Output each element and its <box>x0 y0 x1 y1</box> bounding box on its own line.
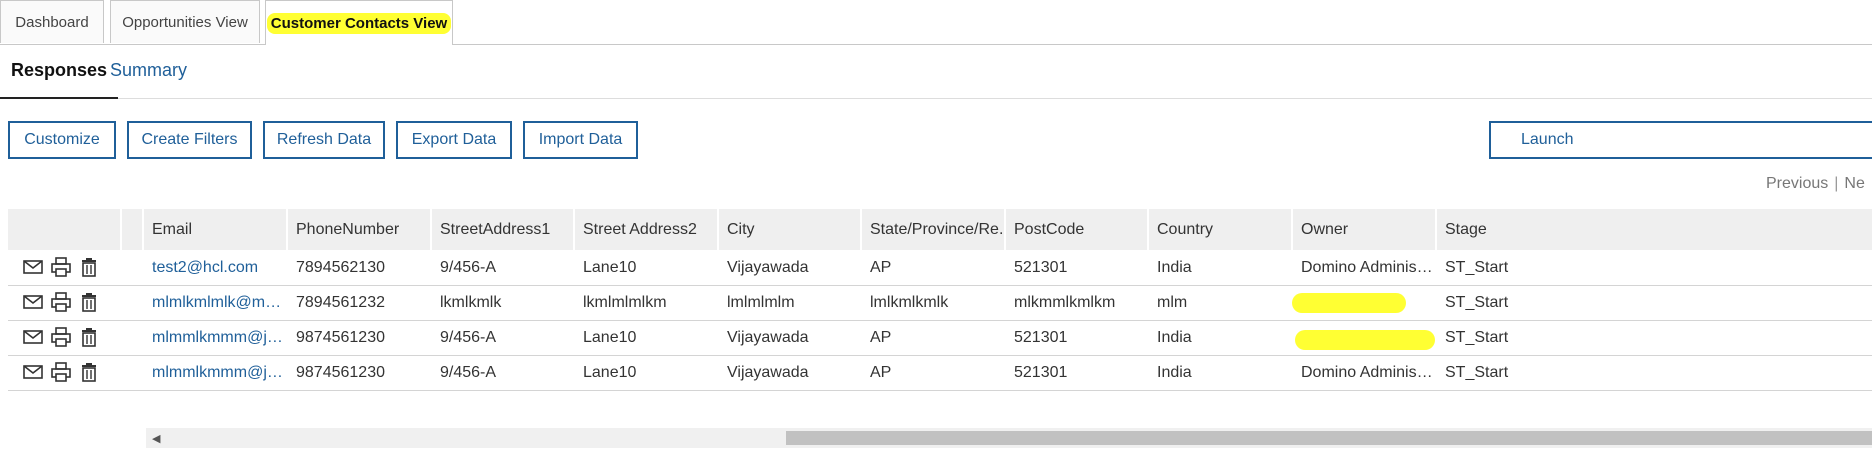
create-filters-button[interactable]: Create Filters <box>127 121 252 159</box>
cell-country: mlm <box>1157 294 1188 311</box>
subtab-active-indicator <box>0 97 118 99</box>
grid-header: Email PhoneNumber StreetAddress1 Street … <box>8 209 1872 250</box>
tab-dashboard-label: Dashboard <box>15 13 89 31</box>
header-streetaddress1[interactable]: StreetAddress1 <box>432 209 575 250</box>
cell-postcode: 521301 <box>1014 364 1068 381</box>
pager: Previous | Ne <box>1766 175 1865 193</box>
cell-state: AP <box>870 329 892 346</box>
header-owner[interactable]: Owner <box>1293 209 1437 250</box>
row-actions <box>22 256 100 278</box>
import-data-button[interactable]: Import Data <box>523 121 638 159</box>
header-email[interactable]: Email <box>144 209 288 250</box>
trash-icon[interactable] <box>78 326 100 348</box>
subtab-divider <box>0 98 1872 99</box>
table-row[interactable]: mlmmlkmmm@jk... 9874561230 9/456-A Lane10 Vi… <box>8 320 1872 356</box>
mail-icon[interactable] <box>22 256 44 278</box>
scrollbar-thumb[interactable] <box>786 431 1872 445</box>
cell-stage: ST_Start <box>1445 329 1509 346</box>
subtab-responses[interactable]: Responses <box>11 60 107 81</box>
pager-next[interactable]: Ne <box>1844 175 1864 192</box>
cell-streetaddress1: 9/456-A <box>440 259 497 276</box>
cell-stage: ST_Start <box>1445 294 1509 311</box>
tab-customer-contacts-view-label: Customer Contacts View <box>266 12 452 34</box>
cell-postcode: 521301 <box>1014 329 1068 346</box>
owner-redaction-mark <box>1292 293 1406 313</box>
cell-country: India <box>1157 329 1192 346</box>
cell-phonenumber: 7894562130 <box>296 259 385 276</box>
mail-icon[interactable] <box>22 326 44 348</box>
cell-streetaddress2: Lane10 <box>583 364 637 381</box>
print-icon[interactable] <box>50 326 72 348</box>
pager-previous[interactable]: Previous <box>1766 175 1828 192</box>
cell-email[interactable]: mlmlkmlmlk@mlk.... <box>144 285 284 320</box>
mail-icon[interactable] <box>22 361 44 383</box>
horizontal-scrollbar[interactable]: ◀ <box>146 428 1872 448</box>
tab-dashboard[interactable]: Dashboard <box>0 0 104 43</box>
row-actions <box>22 326 100 348</box>
header-select[interactable] <box>122 209 144 250</box>
scroll-left-icon[interactable]: ◀ <box>152 432 160 445</box>
cell-state: AP <box>870 364 892 381</box>
trash-icon[interactable] <box>78 256 100 278</box>
cell-streetaddress1: lkmlkmlk <box>440 294 502 311</box>
cell-email[interactable]: test2@hcl.com <box>144 250 284 285</box>
print-icon[interactable] <box>50 361 72 383</box>
header-streetaddress2[interactable]: Street Address2 <box>575 209 719 250</box>
header-country[interactable]: Country <box>1149 209 1293 250</box>
header-state[interactable]: State/Province/Re... <box>862 209 1006 250</box>
print-icon[interactable] <box>50 256 72 278</box>
customize-button[interactable]: Customize <box>8 121 116 159</box>
row-actions <box>22 361 100 383</box>
launch-button[interactable]: Launch <box>1489 121 1872 159</box>
cell-city: Vijayawada <box>727 329 809 346</box>
cell-stage: ST_Start <box>1445 364 1509 381</box>
cell-country: India <box>1157 259 1192 276</box>
header-stage[interactable]: Stage <box>1437 209 1872 250</box>
trash-icon[interactable] <box>78 291 100 313</box>
cell-stage: ST_Start <box>1445 259 1509 276</box>
subtab-summary[interactable]: Summary <box>110 60 187 81</box>
cell-phonenumber: 9874561230 <box>296 329 385 346</box>
export-data-button[interactable]: Export Data <box>396 121 512 159</box>
cell-postcode: mlkmmlkmlkm <box>1014 294 1116 311</box>
cell-state: AP <box>870 259 892 276</box>
cell-email[interactable]: mlmmlkmmm@jk... <box>144 320 284 355</box>
cell-streetaddress2: Lane10 <box>583 259 637 276</box>
tab-opportunities-view-label: Opportunities View <box>122 13 248 31</box>
cell-email[interactable]: mlmmlkmmm@jk... <box>144 355 284 390</box>
top-tab-bar: Dashboard Opportunities View Customer Co… <box>0 0 1872 45</box>
cell-streetaddress2: lkmlmlmlkm <box>583 294 667 311</box>
header-actions <box>8 209 122 250</box>
header-city[interactable]: City <box>719 209 862 250</box>
pager-separator: | <box>1834 175 1839 192</box>
cell-streetaddress2: Lane10 <box>583 329 637 346</box>
tab-customer-contacts-view[interactable]: Customer Contacts View <box>265 0 453 45</box>
tab-opportunities-view[interactable]: Opportunities View <box>110 0 260 43</box>
cell-city: Vijayawada <box>727 259 809 276</box>
refresh-data-button[interactable]: Refresh Data <box>263 121 385 159</box>
cell-country: India <box>1157 364 1192 381</box>
cell-phonenumber: 9874561230 <box>296 364 385 381</box>
header-postcode[interactable]: PostCode <box>1006 209 1149 250</box>
row-actions <box>22 291 100 313</box>
owner-redaction-mark <box>1295 330 1435 350</box>
header-phonenumber[interactable]: PhoneNumber <box>288 209 432 250</box>
print-icon[interactable] <box>50 291 72 313</box>
cell-city: lmlmlmlm <box>727 294 795 311</box>
cell-streetaddress1: 9/456-A <box>440 329 497 346</box>
cell-postcode: 521301 <box>1014 259 1068 276</box>
table-row[interactable]: mlmlkmlmlk@mlk.... 7894561232 lkmlkmlk lkml… <box>8 285 1872 321</box>
table-row[interactable]: mlmmlkmmm@jk... 9874561230 9/456-A Lane10 Vi… <box>8 355 1872 391</box>
cell-streetaddress1: 9/456-A <box>440 364 497 381</box>
table-row[interactable]: test2@hcl.com 7894562130 9/456-A Lane10 Vija… <box>8 250 1872 286</box>
cell-state: lmlkmlkmlk <box>870 294 949 311</box>
cell-owner: Domino Administr... <box>1301 259 1433 276</box>
mail-icon[interactable] <box>22 291 44 313</box>
cell-phonenumber: 7894561232 <box>296 294 385 311</box>
cell-owner: Domino Administr... <box>1301 364 1433 381</box>
cell-city: Vijayawada <box>727 364 809 381</box>
trash-icon[interactable] <box>78 361 100 383</box>
